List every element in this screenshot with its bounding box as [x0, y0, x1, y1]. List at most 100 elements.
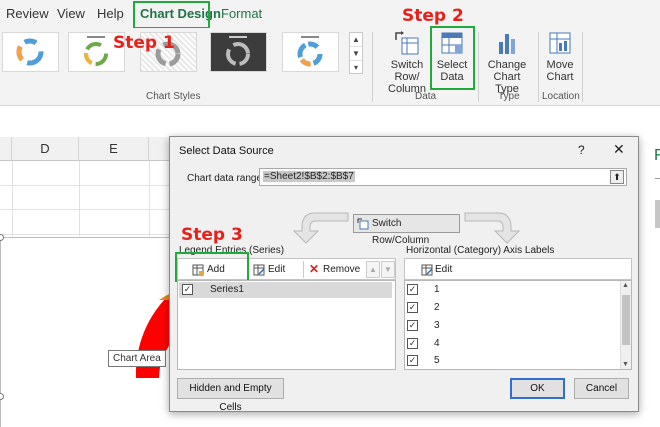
chart-style-5[interactable] [282, 32, 339, 72]
series-name: Series1 [210, 284, 244, 295]
gallery-scroll[interactable]: ▲ ▼ ▾ [349, 32, 363, 74]
switch-row-column-line1: Switch Row/ [390, 59, 424, 83]
axis-edit-label: Edit [435, 264, 453, 275]
step1-annotation: Step 1 [113, 33, 175, 53]
move-chart-line1: Move [546, 59, 574, 71]
remove-label: Remove [323, 264, 361, 275]
chart-design-highlight [133, 1, 210, 29]
column-header-e[interactable]: E [79, 137, 149, 161]
chart-data-range-label: Chart data range: [187, 173, 265, 184]
change-chart-type-icon [499, 34, 515, 54]
tab-format[interactable]: Format [221, 6, 262, 21]
type-group-label: Type [498, 91, 520, 102]
remove-series-button[interactable]: ✕ Remove [306, 261, 364, 278]
switch-icon [357, 218, 369, 230]
axis-item-label: 4 [434, 338, 440, 349]
scroll-thumb[interactable] [622, 295, 630, 345]
tab-help[interactable]: Help [97, 6, 124, 21]
column-header-c[interactable] [0, 137, 12, 161]
edit-label: Edit [268, 264, 286, 275]
ok-button[interactable]: OK [510, 378, 565, 399]
step2-annotation: Step 2 [402, 6, 464, 26]
hidden-empty-cells-button[interactable]: Hidden and Empty Cells [177, 378, 284, 413]
group-separator [478, 32, 479, 102]
pane-divider [655, 178, 660, 179]
axis-list-scrollbar[interactable]: ▲ ▼ [620, 281, 631, 369]
column-header-f[interactable] [149, 137, 170, 161]
axis-checkbox[interactable]: ✓ [407, 302, 418, 313]
switch-row-column-button[interactable]: Switch Row/ Column [377, 30, 437, 95]
add-button-highlight [175, 252, 249, 282]
step3-annotation: Step 3 [181, 225, 243, 245]
grid-line [12, 161, 13, 236]
close-icon[interactable]: ✕ [613, 141, 625, 158]
axis-item-label: 3 [434, 320, 440, 331]
gallery-down-icon[interactable]: ▼ [350, 47, 362, 61]
help-button[interactable]: ? [578, 143, 585, 157]
move-chart-icon [549, 32, 571, 54]
excel-window: Review View Help Chart Design Format ▲ ▼… [0, 0, 660, 427]
grid-line [79, 161, 80, 236]
formula-gap [0, 106, 660, 137]
collapse-range-icon[interactable]: ⬆ [610, 170, 624, 184]
group-separator [372, 32, 373, 102]
axis-checkbox[interactable]: ✓ [407, 284, 418, 295]
group-separator [582, 32, 583, 102]
scroll-up-icon[interactable]: ▲ [622, 282, 629, 289]
axis-toolbar: Edit [404, 258, 632, 280]
axis-labels-label: Horizontal (Category) Axis Labels [406, 245, 555, 256]
edit-axis-button[interactable]: Edit [419, 261, 465, 278]
toolbar-separator [303, 261, 304, 278]
remove-icon: ✕ [309, 262, 320, 276]
axis-item-label: 1 [434, 284, 440, 295]
axis-labels-list[interactable]: ✓ 1 ✓ 2 ✓ 3 ✓ 4 ✓ 5 ▲ ▼ [404, 280, 632, 370]
location-group-label: Location [542, 91, 580, 102]
chart-style-1[interactable] [2, 32, 59, 72]
move-chart-line2: Chart [546, 71, 574, 83]
gallery-more-icon[interactable]: ▾ [350, 61, 362, 75]
move-chart-button[interactable]: Move Chart [542, 30, 578, 83]
chart-area-tooltip: Chart Area [108, 350, 166, 367]
ribbon-tabs: Review View Help Chart Design Format [0, 0, 660, 28]
pane-block [655, 200, 660, 228]
change-chart-type-line1: Change [487, 59, 527, 71]
axis-checkbox[interactable]: ✓ [407, 320, 418, 331]
axis-checkbox[interactable]: ✓ [407, 355, 418, 366]
data-group-label: Data [415, 91, 437, 102]
cancel-button[interactable]: Cancel [574, 378, 629, 399]
dialog-title: Select Data Source [179, 145, 274, 157]
column-header-d[interactable]: D [12, 137, 79, 161]
tab-review[interactable]: Review [6, 6, 49, 21]
ribbon-body: ▲ ▼ ▾ Chart Styles Switch Row/ Column Se… [0, 28, 660, 106]
format-pane-letter: F [654, 147, 660, 164]
switch-row-column-dialog-label: Switch Row/Column [372, 218, 430, 246]
gallery-up-icon[interactable]: ▲ [350, 33, 362, 47]
axis-checkbox[interactable]: ✓ [407, 338, 418, 349]
grid-line [149, 161, 150, 236]
doughnut-chart-fragment [135, 293, 171, 378]
axis-item-label: 5 [434, 355, 440, 366]
select-data-source-dialog: Select Data Source ? ✕ Chart data range:… [169, 136, 639, 413]
tab-view[interactable]: View [57, 6, 85, 21]
series-row[interactable]: ✓ Series1 [179, 282, 392, 298]
chart-styles-label: Chart Styles [146, 91, 201, 102]
switch-row-column-dialog-button[interactable]: Switch Row/Column [353, 214, 460, 246]
chart-data-range-value: =Sheet2!$B$2:$B$7 [263, 171, 355, 182]
scroll-down-icon[interactable]: ▼ [622, 361, 629, 368]
arrow-right-icon [464, 212, 521, 244]
edit-axis-icon [421, 264, 433, 276]
axis-item-label: 2 [434, 302, 440, 313]
series-checkbox[interactable]: ✓ [182, 284, 193, 295]
chart-object[interactable] [0, 234, 175, 427]
format-pane-edge: F [649, 130, 660, 427]
change-chart-type-button[interactable]: Change Chart Type [481, 30, 533, 95]
chart-data-range-input[interactable]: =Sheet2!$B$2:$B$7 ⬆ [259, 168, 627, 186]
edit-series-button[interactable]: Edit [251, 261, 301, 278]
arrow-left-icon [292, 212, 349, 244]
series-list[interactable]: ✓ Series1 [177, 280, 396, 370]
switch-row-column-icon [395, 31, 419, 55]
move-up-icon[interactable]: ▲ [366, 261, 380, 278]
move-down-icon[interactable]: ▼ [381, 261, 395, 278]
chart-style-4[interactable] [210, 32, 267, 72]
group-separator [538, 32, 539, 102]
